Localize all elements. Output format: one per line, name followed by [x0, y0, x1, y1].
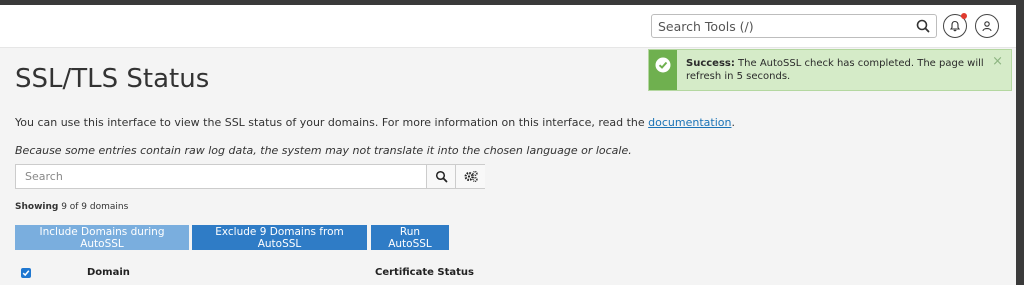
exclude-domains-button[interactable]: Exclude 9 Domains from AutoSSL	[192, 225, 367, 250]
alert-icon-container	[649, 50, 677, 90]
success-alert: Success: The AutoSSL check has completed…	[648, 49, 1012, 91]
checkbox-icon	[22, 270, 30, 277]
check-circle-icon	[655, 57, 671, 73]
showing-text: 9 of 9 domains	[58, 202, 129, 212]
column-header-certificate-status[interactable]: Certificate Status	[375, 267, 474, 278]
documentation-link[interactable]: documentation	[648, 116, 731, 129]
table-header: Domain Certificate Status	[0, 264, 1024, 285]
notifications-button[interactable]	[943, 13, 967, 38]
bell-icon	[949, 20, 961, 32]
intro-text-end: .	[731, 116, 735, 129]
showing-count: Showing 9 of 9 domains	[15, 202, 128, 212]
domain-search-input[interactable]	[16, 165, 426, 188]
gears-icon	[464, 170, 478, 183]
scrollbar[interactable]	[1016, 0, 1024, 285]
search-tools-input[interactable]	[652, 15, 910, 37]
page-title: SSL/TLS Status	[15, 64, 210, 94]
intro-text-body: You can use this interface to view the S…	[15, 116, 649, 129]
intro-text: You can use this interface to view the S…	[15, 116, 735, 129]
notification-dot	[961, 13, 967, 19]
include-domains-button[interactable]: Include Domains during AutoSSL	[15, 225, 189, 250]
domain-search-button[interactable]	[426, 165, 456, 188]
run-autossl-button[interactable]: Run AutoSSL	[371, 225, 449, 250]
search-tools-box[interactable]	[651, 14, 937, 38]
search-icon	[435, 170, 448, 183]
top-bar	[0, 5, 1024, 48]
user-icon	[982, 21, 992, 32]
column-header-domain[interactable]: Domain	[87, 267, 130, 278]
alert-strong: Success:	[686, 58, 735, 69]
domain-search-box[interactable]	[15, 164, 485, 189]
search-icon[interactable]	[915, 18, 931, 34]
close-icon[interactable]: ×	[992, 55, 1003, 68]
alert-message: Success: The AutoSSL check has completed…	[686, 57, 986, 83]
search-settings-button[interactable]	[455, 165, 485, 188]
showing-label: Showing	[15, 202, 59, 212]
user-menu-button[interactable]	[975, 14, 999, 38]
select-all-checkbox[interactable]	[21, 268, 31, 278]
translation-note: Because some entries contain raw log dat…	[15, 144, 632, 157]
